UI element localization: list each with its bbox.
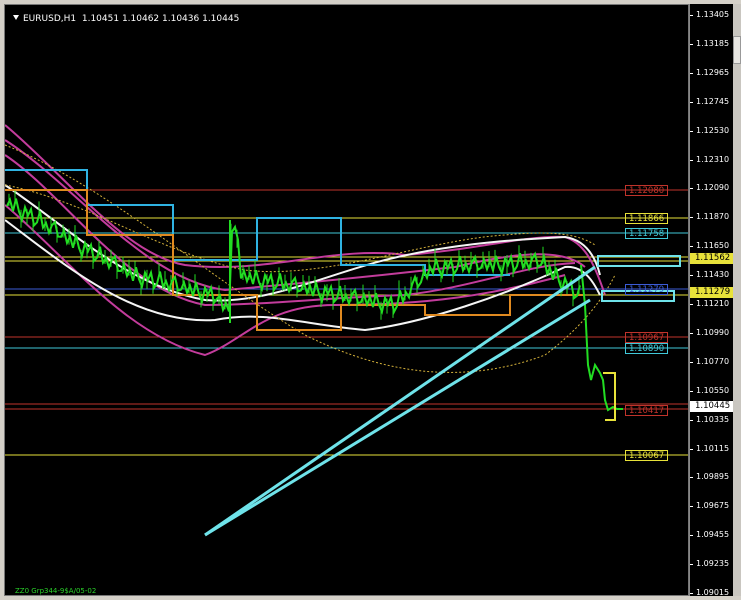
level-label-6: 1.10890 xyxy=(625,343,669,354)
symbol-label: EURUSD,H1 xyxy=(23,14,77,24)
level-label-3: 1.11758 xyxy=(625,228,669,239)
axis-level-label: 1.11562 xyxy=(690,253,733,264)
level-label-2: 1.11866 xyxy=(625,213,669,224)
side-scroll-button[interactable] xyxy=(733,36,741,64)
level-label-7: 1.10417 xyxy=(625,405,669,416)
level-label-4: 1.11279 xyxy=(625,284,669,295)
terminal-window: EURUSD,H1 1.10451 1.10462 1.10436 1.1044… xyxy=(0,0,741,600)
band-line xyxy=(5,139,586,292)
side-strip xyxy=(733,4,741,596)
chart-menu-triangle-icon[interactable] xyxy=(13,15,19,20)
level-label-1: 1.12080 xyxy=(625,185,669,196)
axis-level-label: 1.11279 xyxy=(690,287,733,298)
level-label-8: 1.10067 xyxy=(625,450,669,461)
price-axis[interactable]: 1.13405 1.13185 1.12965 1.12745 1.12530 1.123… xyxy=(689,4,733,596)
cyan-arrow-2 xyxy=(204,298,591,537)
current-price-label: 1.10445 xyxy=(690,401,733,412)
level-label-5: 1.10967 xyxy=(625,332,669,343)
indicator-footer-note: ZZ0 Grp344-9$A/05-02 xyxy=(15,587,97,595)
cyan-arrow-1 xyxy=(204,265,596,537)
chart-area[interactable]: EURUSD,H1 1.10451 1.10462 1.10436 1.1044… xyxy=(4,4,689,596)
ohlc-label: 1.10451 1.10462 1.10436 1.10445 xyxy=(81,14,240,24)
chart-canvas xyxy=(5,124,688,537)
chart-header: EURUSD,H1 1.10451 1.10462 1.10436 1.1044… xyxy=(13,14,239,24)
